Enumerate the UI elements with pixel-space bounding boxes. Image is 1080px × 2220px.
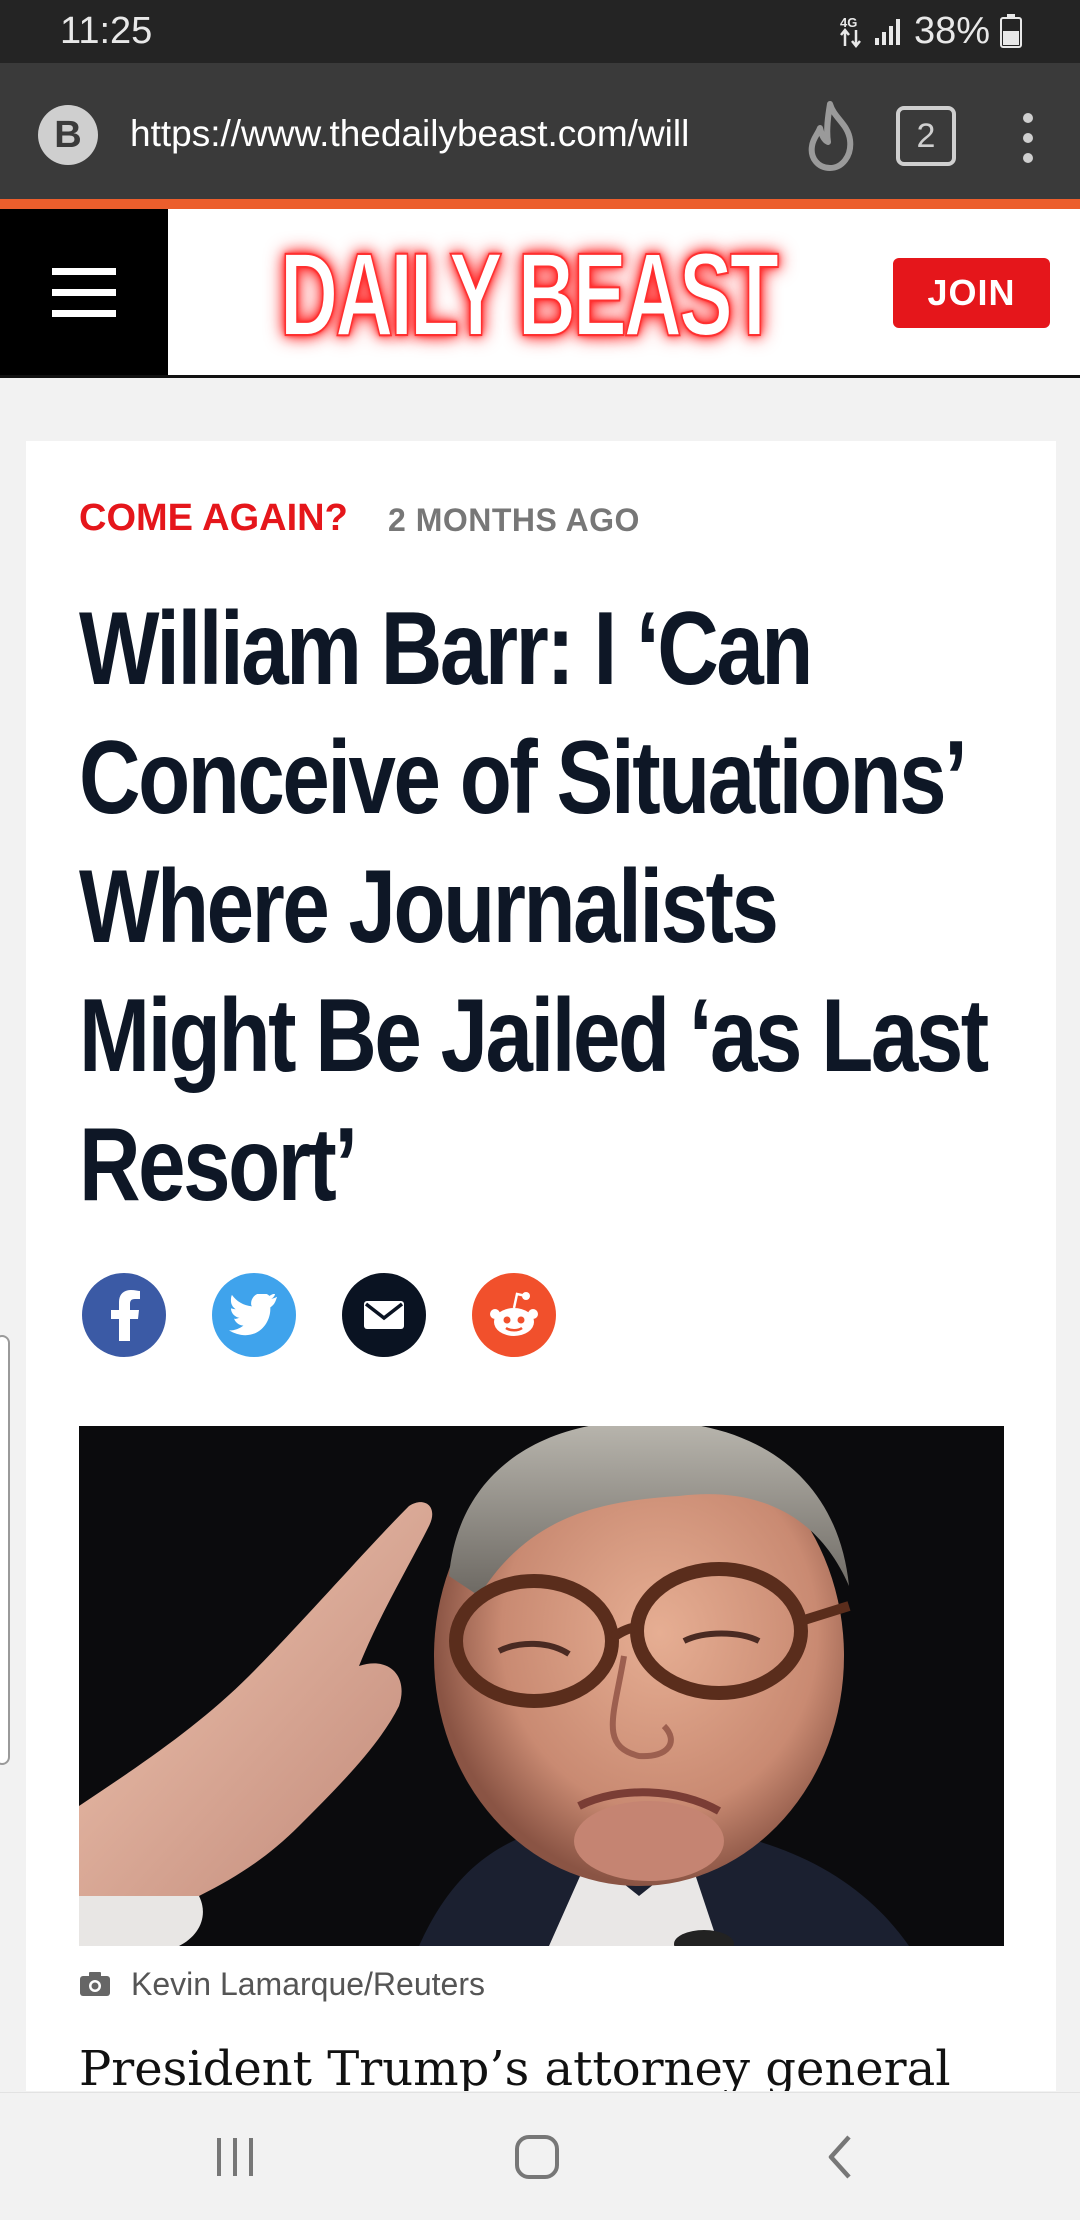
hamburger-menu-icon[interactable] — [0, 209, 168, 375]
article-card: COME AGAIN? 2 MONTHS AGO William Barr: I… — [26, 441, 1056, 2091]
headline-line: Conceive of Situations’ — [79, 720, 968, 836]
back-icon[interactable] — [800, 2123, 880, 2191]
facebook-icon — [111, 1290, 140, 1341]
status-time: 11:25 — [60, 10, 153, 52]
headline-line: William Barr: I ‘Can — [79, 591, 813, 707]
edge-panel-handle[interactable] — [0, 1335, 10, 1765]
article-kicker[interactable]: COME AGAIN? — [79, 497, 348, 540]
battery-percent: 38% — [913, 9, 990, 52]
camera-icon — [80, 1972, 110, 1996]
toolbar-accent-bar — [0, 199, 1080, 209]
reddit-icon — [490, 1292, 538, 1336]
facebook-share-button[interactable] — [82, 1273, 166, 1357]
photo-credit: Kevin Lamarque/Reuters — [131, 1965, 485, 2002]
headline-line: Might Be Jailed ‘as Last — [79, 978, 989, 1094]
signal-icon — [874, 19, 900, 45]
battery-icon — [1000, 14, 1022, 48]
headline-line: Resort’ — [79, 1107, 358, 1223]
site-info-button[interactable]: B — [38, 105, 98, 165]
share-buttons — [82, 1273, 556, 1359]
site-logo[interactable]: DAILY BEAST — [279, 227, 779, 363]
overflow-menu-icon[interactable] — [1010, 108, 1046, 168]
address-bar[interactable]: https://www.thedailybeast.com/will — [130, 113, 750, 155]
reddit-share-button[interactable] — [472, 1273, 556, 1357]
photo-caption: Kevin Lamarque/Reuters — [79, 1964, 485, 2004]
article-headline: William Barr: I ‘Can Conceive of Situati… — [79, 585, 1022, 1230]
svg-text:4G: 4G — [840, 15, 857, 30]
email-share-button[interactable] — [342, 1273, 426, 1357]
flame-icon[interactable] — [800, 100, 864, 172]
site-header: DAILY BEAST JOIN — [0, 209, 1080, 378]
home-icon[interactable] — [497, 2123, 577, 2191]
article-timestamp: 2 MONTHS AGO — [388, 502, 640, 538]
status-bar: 11:25 4G 38% — [0, 0, 1080, 63]
email-icon — [364, 1301, 404, 1329]
recent-apps-icon[interactable] — [195, 2123, 275, 2191]
data-4g-icon: 4G — [840, 15, 861, 49]
system-nav-bar — [0, 2092, 1080, 2220]
join-button[interactable]: JOIN — [893, 258, 1050, 328]
article-body: President Trump’s attorney general — [79, 2041, 951, 2091]
status-icons: 4G 38% — [838, 8, 1022, 54]
twitter-icon — [229, 1294, 278, 1336]
article-photo[interactable] — [79, 1426, 1004, 1946]
headline-line: Where Journalists — [79, 849, 779, 965]
twitter-share-button[interactable] — [212, 1273, 296, 1357]
tab-switcher-button[interactable]: 2 — [896, 106, 956, 166]
